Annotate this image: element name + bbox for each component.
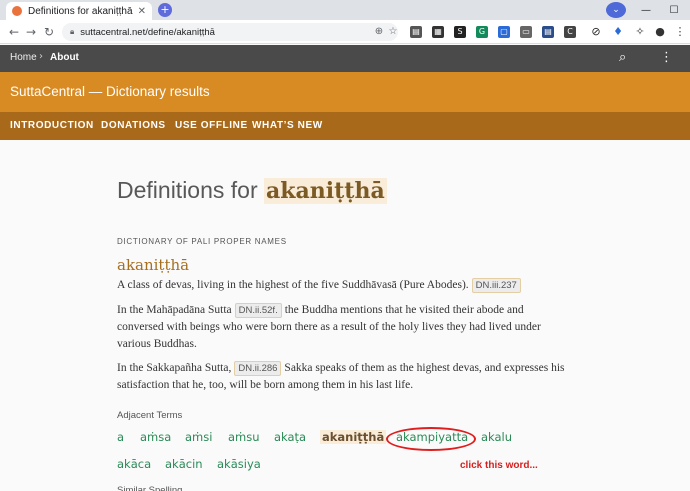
p1-text: A class of devas, living in the highest … [117,279,469,291]
site-nav-bar: Home › About ⌕ ⋮ [0,45,690,72]
menu-whats-new[interactable]: WHAT’S NEW [252,120,323,131]
address-bar[interactable]: 🔒︎ suttacentral.net/define/akaniṭṭhā [62,23,398,41]
new-tab-button[interactable]: + [158,3,172,17]
adjacent-term-link[interactable]: akalu [481,430,512,444]
browser-tab-bar: Definitions for akaniṭṭhā ✕ + ⌄ — ☐ [0,0,690,20]
adjacent-term-link[interactable]: akaṭa [274,430,306,444]
extension-screen-icon[interactable]: ▭ [520,26,532,38]
extension-g-icon[interactable]: G [476,26,488,38]
browser-tab[interactable]: Definitions for akaniṭṭhā ✕ [6,2,152,20]
tab-title: Definitions for akaniṭṭhā [28,5,133,17]
drop-icon[interactable]: ♦ [612,26,624,38]
more-vert-icon[interactable]: ⋮ [660,50,673,65]
p2-text-a: In the Mahāpadāna Sutta [117,304,232,316]
banner: SuttaCentral — Dictionary results [0,72,690,112]
page-title: Definitions for akaniṭṭhā [117,177,387,204]
tab-close-icon[interactable]: ✕ [138,6,146,17]
install-app-icon[interactable]: ⊕ [372,25,386,39]
block-icon[interactable]: ⊘ [590,26,602,38]
extension-icon-1[interactable]: ▤ [410,26,422,38]
maximize-button[interactable]: ☐ [660,0,688,20]
kebab-menu-icon[interactable]: ⋮ [674,26,686,38]
definition-paragraph-2: In the Mahāpadāna Sutta DN.ii.52f. the Bud… [117,302,565,353]
adjacent-term-link[interactable]: aṁsu [228,430,260,444]
annotation-circle [386,427,476,451]
forward-arrow-icon[interactable]: → [23,24,39,40]
adjacent-term-link[interactable]: a [117,430,124,444]
adjacent-term-link[interactable]: akāsiya [217,457,261,471]
page-title-term: akaniṭṭhā [264,178,387,204]
adjacent-term-link[interactable]: akāca [117,457,151,471]
menu-donations[interactable]: DONATIONS [101,120,166,131]
bookmark-star-icon[interactable]: ☆ [386,25,400,39]
banner-title: SuttaCentral — Dictionary results [10,84,210,99]
breadcrumb-chevron-icon: › [39,51,43,62]
adjacent-term-link[interactable]: aṁsi [185,430,212,444]
browser-toolbar: ← → ↻ 🔒︎ suttacentral.net/define/akaniṭṭ… [0,20,690,44]
puzzle-icon[interactable]: ✧ [634,26,646,38]
reference-link[interactable]: DN.ii.286 [234,361,282,376]
tab-search-icon[interactable]: ⌄ [606,2,626,18]
search-icon[interactable]: ⌕ [619,50,626,65]
adjacent-term-link[interactable]: akācin [165,457,203,471]
url-text: suttacentral.net/define/akaniṭṭhā [80,26,215,38]
adjacent-terms-label: Adjacent Terms [117,410,183,421]
lock-icon: 🔒︎ [70,27,75,36]
minimize-button[interactable]: — [632,0,660,20]
definition-paragraph-1: A class of devas, living in the highest … [117,277,565,294]
page-title-prefix: Definitions for [117,177,258,203]
menu-bar: INTRODUCTION DONATIONS USE OFFLINE WHAT’… [0,112,690,140]
adjacent-term-current: akaniṭṭhā [320,430,387,444]
breadcrumb-about[interactable]: About [50,52,79,63]
menu-introduction[interactable]: INTRODUCTION [10,120,94,131]
extension-c-icon[interactable]: C [564,26,576,38]
breadcrumb-home[interactable]: Home [10,52,37,63]
profile-icon[interactable]: ● [654,26,666,38]
reference-link[interactable]: DN.iii.237 [471,278,521,293]
p3-text-a: In the Sakkapañha Sutta, [117,362,232,374]
extension-doc-icon[interactable]: ▤ [542,26,554,38]
back-arrow-icon[interactable]: ← [6,24,22,40]
menu-use-offline[interactable]: USE OFFLINE [175,120,248,131]
reference-link[interactable]: DN.ii.52f. [234,303,282,318]
adjacent-term-link[interactable]: aṁsa [140,430,171,444]
similar-spelling-label: Similar Spelling [117,485,183,491]
reload-icon[interactable]: ↻ [41,24,57,40]
extension-box-icon[interactable]: ▢ [498,26,510,38]
dictionary-content: Definitions for akaniṭṭhā DICTIONARY OF … [0,140,690,491]
extension-icon-2[interactable]: ▦ [432,26,444,38]
dictionary-name: DICTIONARY OF PALI PROPER NAMES [117,237,287,246]
suttacentral-favicon-icon [12,6,22,16]
annotation-note: click this word... [460,460,538,471]
definition-paragraph-3: In the Sakkapañha Sutta, DN.ii.286 Sakka s… [117,360,565,394]
entry-headword: akaniṭṭhā [117,256,190,274]
extension-s-icon[interactable]: S [454,26,466,38]
